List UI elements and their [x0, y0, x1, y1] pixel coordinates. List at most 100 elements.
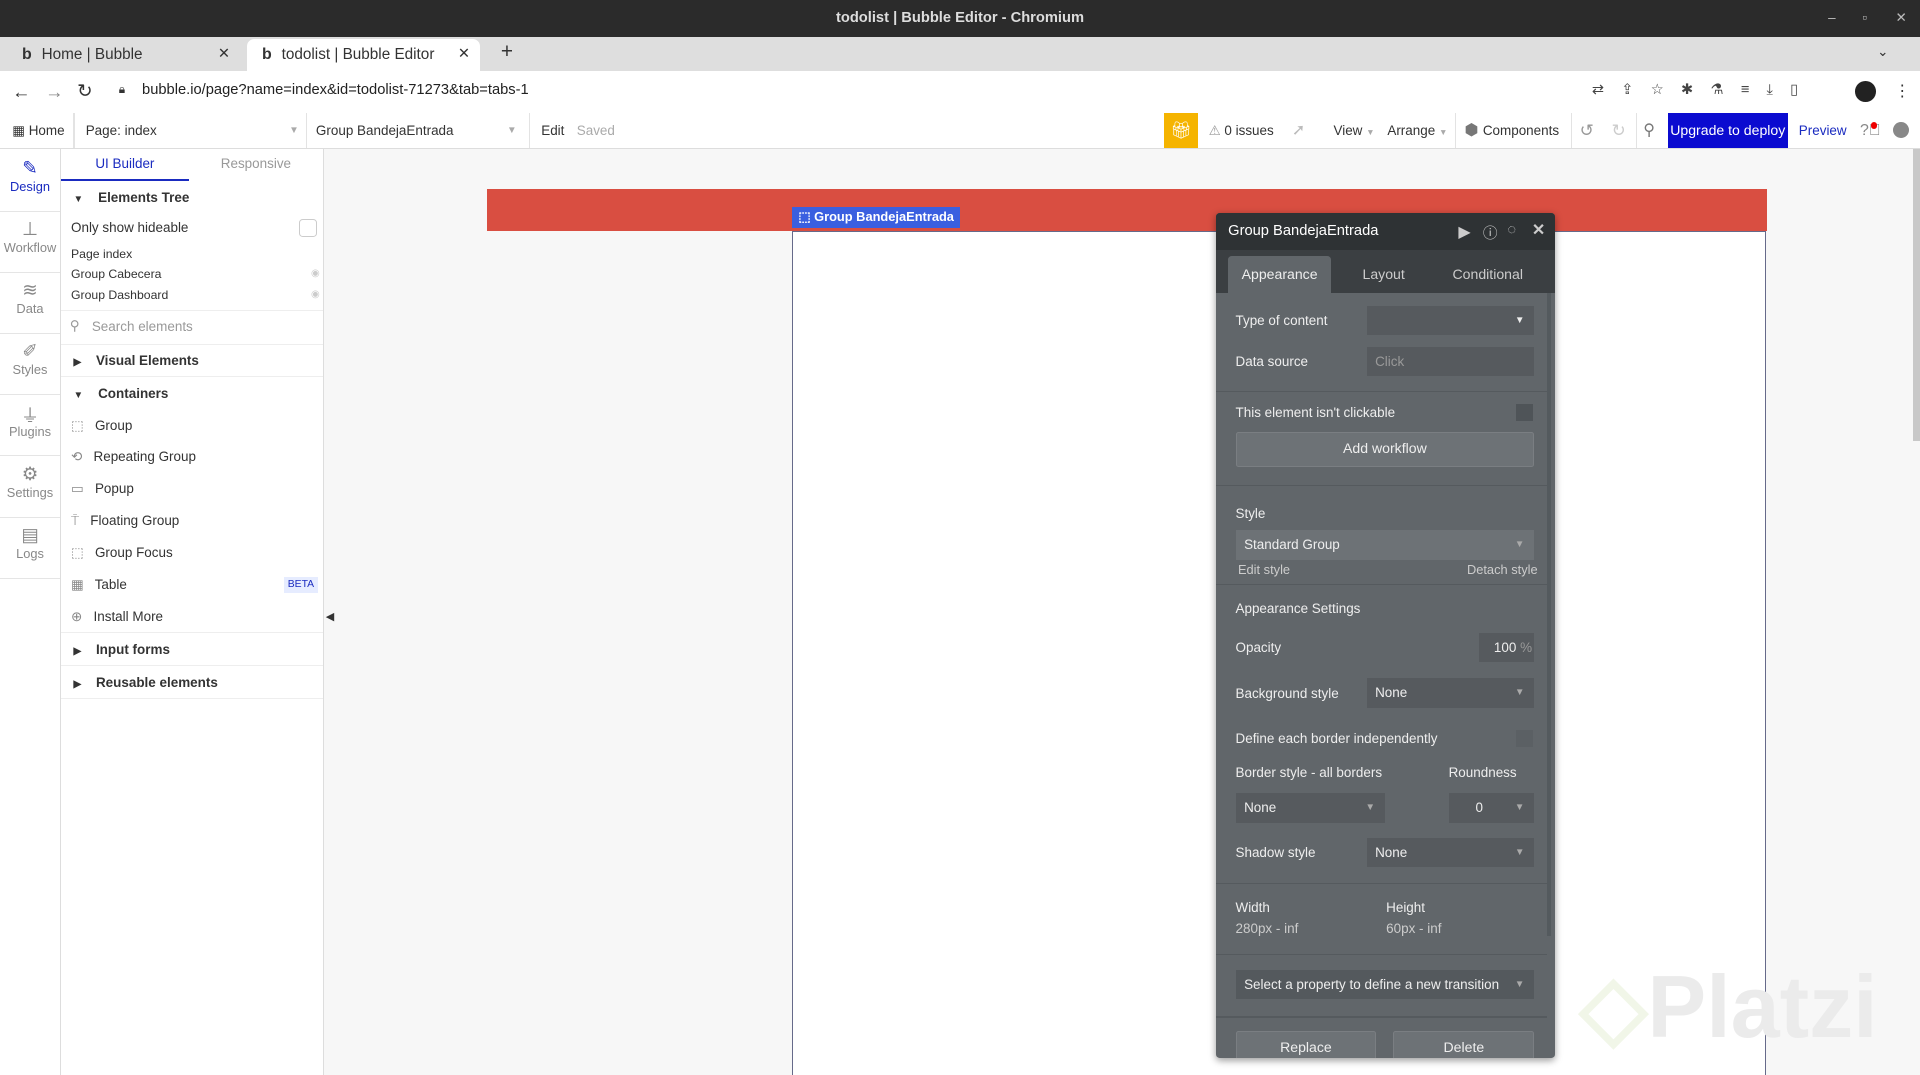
back-icon[interactable]: ← — [12, 81, 30, 103]
tab-list-icon[interactable]: ⌄ — [1877, 44, 1888, 60]
tab-conditional[interactable]: Conditional — [1436, 256, 1539, 293]
info-icon[interactable]: ⓘ — [1483, 222, 1498, 243]
tree-item[interactable]: Group Dashboard — [71, 288, 333, 302]
tab-ui-builder[interactable]: UI Builder — [61, 149, 189, 181]
not-clickable-checkbox[interactable] — [1515, 404, 1534, 422]
undo-icon[interactable]: ↺ — [1580, 113, 1594, 149]
appearance-settings-label: Appearance Settings — [1235, 601, 1361, 617]
elements-panel: UI Builder Responsive ▼ Elements Tree On… — [61, 149, 325, 1075]
element-group[interactable]: ⬚ Group — [71, 418, 333, 434]
tree-item[interactable]: Page index — [71, 247, 333, 261]
edit-style-link[interactable]: Edit style — [1238, 562, 1290, 577]
nav-styles[interactable]: ✐ Styles — [0, 333, 60, 396]
only-hideable-checkbox[interactable] — [298, 219, 317, 238]
browser-action-icons[interactable]: ⇄⇪☆✱⚗≡⤓▯ — [1592, 81, 1816, 98]
border-independent-checkbox[interactable] — [1515, 729, 1534, 747]
shadow-style-dropdown[interactable]: None ▼ — [1366, 837, 1535, 867]
style-dropdown[interactable]: Standard Group ▼ — [1235, 530, 1535, 560]
issues-button[interactable]: ⚠ 0 issues — [1209, 113, 1274, 149]
play-icon[interactable]: ▶ — [1458, 222, 1470, 242]
element-label: Group Focus — [94, 544, 173, 560]
tree-item[interactable]: Group Cabecera — [71, 267, 333, 281]
page-selector[interactable]: Page: index ▼ — [86, 113, 304, 149]
notification-dot — [1871, 122, 1878, 129]
element-popup[interactable]: ▭ Popup — [71, 481, 333, 497]
browser-tab-home[interactable]: b Home | Bubble ✕ — [7, 39, 240, 71]
lock-icon: 🔒︎ — [118, 82, 126, 97]
close-tab-icon[interactable]: ✕ — [458, 39, 470, 71]
gift-icon[interactable]: 🎁︎ — [1164, 112, 1198, 149]
search-icon[interactable]: ⚲ — [1643, 113, 1655, 149]
delete-button[interactable]: Delete — [1393, 1031, 1535, 1058]
edit-button[interactable]: Edit — [541, 113, 564, 149]
preview-button[interactable]: Preview — [1799, 113, 1847, 149]
home-button[interactable]: ▦ Home — [12, 113, 64, 149]
replace-button[interactable]: Replace — [1235, 1031, 1377, 1058]
header-group[interactable] — [487, 188, 1767, 232]
tree-title: Elements Tree — [98, 189, 190, 205]
nav-design[interactable]: ✎ Design — [0, 149, 60, 212]
detach-style-link[interactable]: Detach style — [1467, 562, 1538, 577]
element-selector[interactable]: Group BandejaEntrada ▼ — [316, 113, 519, 149]
reload-icon[interactable]: ↻ — [77, 80, 92, 102]
browser-tab-editor[interactable]: b todolist | Bubble Editor ✕ — [247, 39, 480, 71]
background-style-dropdown[interactable]: None ▼ — [1366, 678, 1535, 708]
view-menu[interactable]: View ▼ — [1333, 113, 1374, 149]
data-source-field[interactable]: Click — [1366, 346, 1535, 376]
nav-plugins[interactable]: ⏚ Plugins — [0, 394, 60, 457]
type-of-content-dropdown[interactable]: ▼ — [1366, 306, 1535, 336]
platzi-watermark: ◇Platzi — [1580, 955, 1878, 1058]
eye-icon[interactable]: ◉ — [311, 268, 320, 279]
nav-settings[interactable]: ⚙ Settings — [0, 456, 60, 518]
element-repeating-group[interactable]: ⟲ Repeating Group — [71, 449, 333, 465]
elements-tree-header[interactable]: ▼ Elements Tree — [73, 190, 335, 205]
roundness-dropdown[interactable]: 0 ▼ — [1448, 793, 1535, 823]
search-placeholder[interactable]: Search elements — [92, 319, 193, 334]
cursor-icon[interactable]: ➚ — [1292, 113, 1305, 149]
profile-icon[interactable] — [1855, 80, 1876, 102]
visual-elements-header[interactable]: ▶ Visual Elements — [73, 353, 335, 368]
containers-header[interactable]: ▼ Containers — [73, 386, 335, 401]
arrange-menu[interactable]: Arrange ▼ — [1387, 113, 1447, 149]
element-group-focus[interactable]: ⬚ Group Focus — [71, 545, 333, 561]
comment-icon[interactable]: ◌ — [1507, 222, 1516, 238]
components-button[interactable]: ⬢ Components — [1465, 113, 1560, 149]
input-forms-header[interactable]: ▶ Input forms — [73, 642, 335, 657]
close-window-icon[interactable]: ✕ — [1896, 0, 1907, 37]
opacity-input[interactable]: 100 % — [1479, 633, 1535, 663]
reusable-elements-header[interactable]: ▶ Reusable elements — [73, 675, 335, 690]
nav-data[interactable]: ≋ Data — [0, 272, 60, 335]
url-field[interactable]: bubble.io/page?name=index&id=todolist-71… — [142, 82, 529, 98]
close-panel-icon[interactable]: ✕ — [1532, 220, 1545, 240]
transition-dropdown[interactable]: Select a property to define a new transi… — [1235, 969, 1535, 1000]
search-elements[interactable]: ⚲ Search elements — [61, 309, 324, 345]
plus-circle-icon: ⊕ — [71, 608, 83, 624]
canvas-scrollbar[interactable] — [1912, 149, 1920, 441]
group-focus-icon: ⬚ — [71, 544, 84, 560]
new-tab-icon[interactable]: + — [501, 40, 513, 64]
redo-icon[interactable]: ↻ — [1611, 113, 1625, 149]
forward-icon[interactable]: → — [45, 81, 63, 103]
nav-logs[interactable]: ▤ Logs — [0, 517, 60, 579]
collapse-panel-icon[interactable]: ◀ — [326, 610, 334, 623]
data-source-label: Data source — [1235, 353, 1309, 369]
minimize-icon[interactable]: – — [1828, 0, 1835, 37]
close-tab-icon[interactable]: ✕ — [218, 39, 230, 71]
panel-scrollbar[interactable] — [1546, 292, 1552, 936]
tab-appearance[interactable]: Appearance — [1228, 255, 1331, 293]
upgrade-button[interactable]: Upgrade to deploy — [1667, 112, 1788, 149]
chevron-down-icon: ▼ — [1514, 539, 1525, 551]
tab-layout[interactable]: Layout — [1338, 256, 1429, 293]
panel-tabs: UI Builder Responsive — [61, 149, 323, 181]
menu-icon[interactable]: ⋮ — [1894, 81, 1910, 101]
eye-icon[interactable]: ◉ — [311, 289, 320, 300]
style-value: Standard Group — [1244, 537, 1340, 553]
maximize-icon[interactable]: ▫ — [1862, 0, 1867, 37]
element-floating-group[interactable]: ⍑ Floating Group — [71, 513, 333, 529]
border-style-dropdown[interactable]: None ▼ — [1235, 793, 1385, 823]
nav-workflow[interactable]: ⊥ Workflow — [0, 211, 60, 273]
tab-responsive[interactable]: Responsive — [192, 149, 319, 178]
add-workflow-button[interactable]: Add workflow — [1235, 432, 1535, 467]
help-icon[interactable]: ?⃝ — [1860, 113, 1881, 149]
install-more[interactable]: ⊕ Install More — [71, 609, 333, 625]
